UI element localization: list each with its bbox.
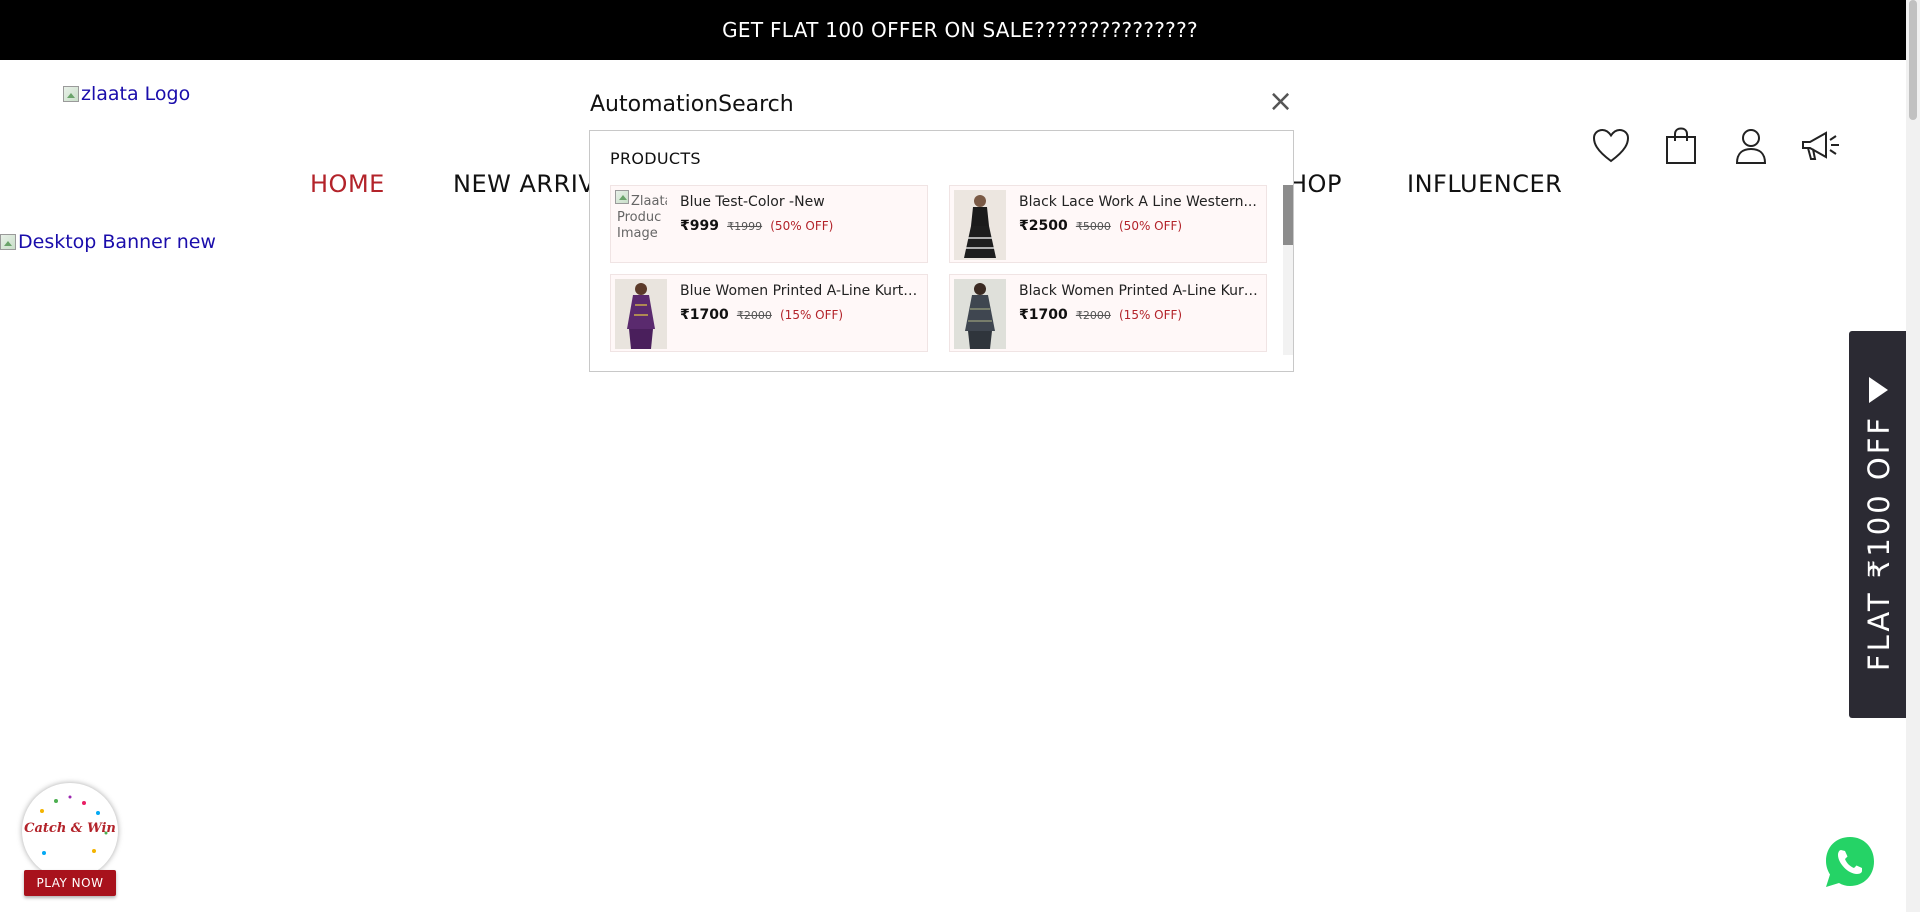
- close-icon[interactable]: ×: [1268, 87, 1293, 117]
- product-name: Black Lace Work A Line Western...: [1019, 194, 1257, 210]
- product-mrp: ₹2000: [1075, 309, 1111, 322]
- image-alt-line: Image: [617, 226, 658, 241]
- shopping-bag-icon[interactable]: [1660, 125, 1702, 167]
- announcement-bar: GET FLAT 100 OFFER ON SALE??????????????…: [0, 0, 1920, 60]
- site-logo[interactable]: zlaata Logo: [63, 83, 190, 105]
- side-offer-tab[interactable]: FLAT ₹100 OFF: [1849, 331, 1909, 718]
- desktop-banner[interactable]: Desktop Banner new: [0, 231, 216, 253]
- search-input[interactable]: AutomationSearch: [590, 92, 794, 117]
- product-name: Blue Test-Color -New: [680, 194, 825, 210]
- product-image: Zlaata Produc Image: [615, 190, 667, 260]
- play-arrow-icon: [1869, 377, 1888, 403]
- banner-alt-text: Desktop Banner new: [18, 231, 216, 253]
- results-scrollbar-thumb[interactable]: [1283, 185, 1293, 245]
- logo-alt-text: zlaata Logo: [81, 83, 191, 105]
- product-result-card[interactable]: Blue Women Printed A-Line Kurta... ₹1700…: [610, 274, 928, 352]
- product-discount: (15% OFF): [1119, 308, 1183, 322]
- product-price: ₹1700: [1019, 307, 1068, 323]
- product-discount: (15% OFF): [780, 308, 844, 322]
- product-mrp: ₹2000: [736, 309, 772, 322]
- product-result-card[interactable]: Zlaata Produc Image Blue Test-Color -New…: [610, 185, 928, 263]
- nav-influencer[interactable]: INFLUENCER: [1407, 170, 1562, 200]
- page-scrollbar[interactable]: [1906, 0, 1920, 912]
- product-prices: ₹1700 ₹2000 (15% OFF): [680, 307, 843, 323]
- product-prices: ₹1700 ₹2000 (15% OFF): [1019, 307, 1182, 323]
- play-now-button[interactable]: PLAY NOW: [24, 870, 116, 896]
- nav-new-arrivals[interactable]: NEW ARRIV: [453, 170, 595, 200]
- product-mrp: ₹1999: [727, 220, 763, 233]
- results-section-heading: PRODUCTS: [610, 149, 701, 168]
- game-title: Catch & Win: [24, 821, 116, 836]
- announcement-text: GET FLAT 100 OFFER ON SALE??????????????…: [722, 18, 1198, 42]
- nav-shop[interactable]: HOP: [1289, 170, 1342, 200]
- header-icons: [1590, 125, 1842, 167]
- product-name: Blue Women Printed A-Line Kurta...: [680, 283, 920, 299]
- broken-image-icon: [0, 234, 16, 250]
- catch-win-widget[interactable]: Catch & Win: [22, 783, 118, 879]
- product-result-card[interactable]: Black Women Printed A-Line Kurt... ₹1700…: [949, 274, 1267, 352]
- user-icon[interactable]: [1730, 125, 1772, 167]
- product-name: Black Women Printed A-Line Kurt...: [1019, 283, 1259, 299]
- product-prices: ₹2500 ₹5000 (50% OFF): [1019, 218, 1182, 234]
- broken-image-icon: [615, 190, 629, 204]
- nav-home[interactable]: HOME: [310, 170, 385, 200]
- product-price: ₹2500: [1019, 218, 1068, 234]
- heart-icon[interactable]: [1590, 125, 1632, 167]
- product-price: ₹999: [680, 218, 719, 234]
- results-scrollbar[interactable]: [1283, 185, 1293, 355]
- product-price: ₹1700: [680, 307, 729, 323]
- search-results-dropdown: PRODUCTS Zlaata Produc Image Blue Test-C…: [589, 130, 1294, 372]
- page-scrollbar-thumb[interactable]: [1909, 0, 1917, 120]
- megaphone-icon[interactable]: [1800, 125, 1842, 167]
- product-discount: (50% OFF): [770, 219, 834, 233]
- broken-image-icon: [63, 86, 79, 102]
- product-image: [954, 279, 1006, 349]
- product-image: [954, 190, 1006, 260]
- whatsapp-icon[interactable]: [1822, 834, 1878, 890]
- product-prices: ₹999 ₹1999 (50% OFF): [680, 218, 833, 234]
- product-image: [615, 279, 667, 349]
- product-discount: (50% OFF): [1119, 219, 1183, 233]
- side-offer-text: FLAT ₹100 OFF: [1862, 414, 1896, 671]
- product-result-card[interactable]: Black Lace Work A Line Western... ₹2500 …: [949, 185, 1267, 263]
- product-mrp: ₹5000: [1075, 220, 1111, 233]
- image-alt-line: Produc: [617, 210, 662, 225]
